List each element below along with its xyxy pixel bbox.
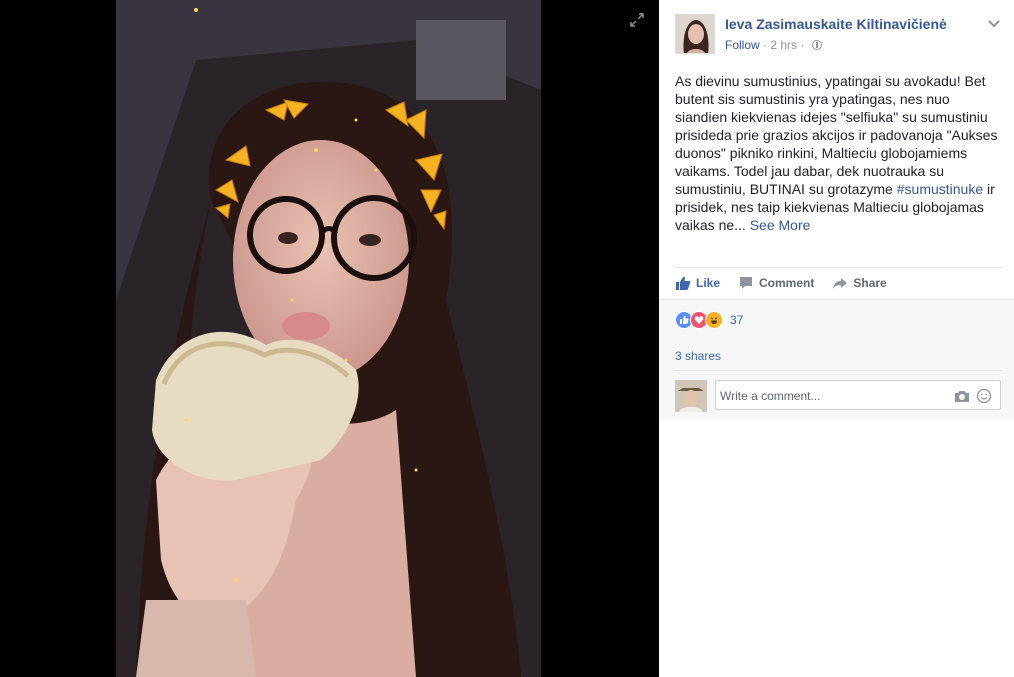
comment-button[interactable]: Comment [738, 274, 814, 292]
divider [675, 370, 1003, 371]
camera-icon[interactable] [954, 388, 970, 404]
author-name[interactable]: Ieva Zasimauskaite Kiltinavičienė [725, 16, 947, 32]
haha-reaction-icon [705, 311, 723, 329]
post-meta: Follow · 2 hrs · [725, 38, 822, 52]
selfie-photo [116, 0, 541, 677]
chevron-down-icon[interactable] [987, 16, 1001, 30]
divider [675, 267, 1003, 268]
follow-link[interactable]: Follow [725, 38, 760, 52]
share-icon [833, 278, 848, 289]
comment-placeholder: Write a comment... [720, 389, 821, 403]
expand-icon[interactable] [629, 12, 645, 28]
author-avatar[interactable] [675, 14, 715, 54]
reaction-count[interactable]: 37 [730, 313, 743, 327]
hashtag-link[interactable]: #sumustinuke [897, 181, 983, 197]
reactions-summary[interactable]: 37 [675, 311, 743, 329]
see-more-link[interactable]: See More [750, 217, 811, 233]
post-side-panel: Ieva Zasimauskaite Kiltinavičienė Follow… [659, 0, 1014, 677]
like-label: Like [696, 276, 721, 290]
comment-input[interactable]: Write a comment... [715, 380, 1001, 410]
meta-separator: · [800, 38, 808, 52]
emoji-icon[interactable] [976, 388, 992, 404]
share-label: Share [853, 276, 887, 290]
share-button[interactable]: Share [832, 274, 887, 292]
post-text: As dievinu sumustinius, ypatingai su avo… [675, 72, 1001, 234]
post-photo[interactable] [116, 0, 541, 677]
like-button[interactable]: Like [675, 274, 720, 292]
photo-viewer [0, 0, 659, 677]
feedback-section: 37 3 shares Write a comment... [659, 299, 1014, 420]
comment-icon [740, 277, 753, 289]
like-icon [676, 276, 691, 290]
post-body: As dievinu sumustinius, ypatingai su avo… [675, 73, 998, 197]
post-timestamp[interactable]: 2 hrs [770, 38, 797, 52]
globe-icon[interactable] [811, 40, 822, 50]
current-user-avatar [675, 380, 707, 412]
shares-count[interactable]: 3 shares [675, 349, 721, 363]
post-actions: Like Comment Share [675, 274, 887, 292]
comment-label: Comment [759, 276, 815, 290]
